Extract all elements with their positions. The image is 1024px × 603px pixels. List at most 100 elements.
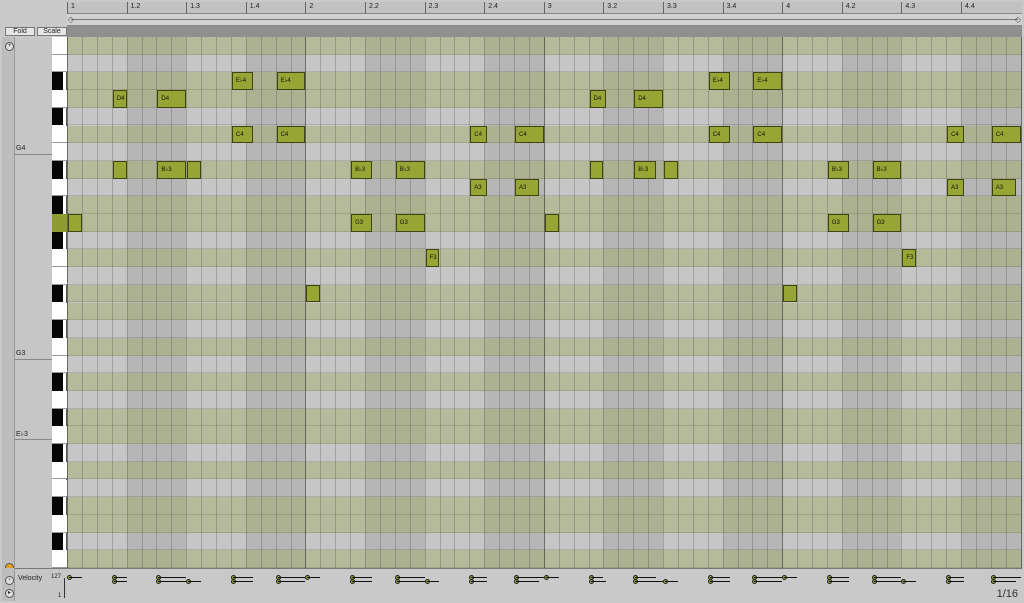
midi-note[interactable]: C4 — [947, 125, 964, 144]
piano-key[interactable] — [52, 143, 67, 161]
midi-note[interactable]: A3 — [470, 178, 488, 197]
piano-key[interactable] — [52, 231, 63, 250]
piano-key[interactable] — [52, 107, 63, 126]
midi-note[interactable]: G3 — [872, 214, 902, 232]
midi-note[interactable]: F3 — [425, 249, 440, 268]
piano-key[interactable] — [52, 302, 71, 321]
midi-note[interactable]: G3 — [395, 214, 425, 232]
piano-key[interactable] — [52, 284, 63, 303]
beat-ruler[interactable]: 1 1.2 1.3 1.4 2 2.2 2.3 2.4 3 3.2 3.3 3.4 4 4.2 4.3 4.4 — [67, 2, 1022, 14]
midi-note[interactable]: D4 — [157, 90, 187, 108]
piano-key[interactable] — [52, 90, 71, 108]
piano-key[interactable] — [52, 267, 67, 285]
loop-start-marker[interactable]: ◇ — [67, 15, 75, 25]
piano-key[interactable] — [52, 532, 63, 551]
ruler-tick-label: 4 — [786, 3, 791, 10]
piano-key[interactable] — [52, 550, 71, 568]
piano-key[interactable] — [52, 72, 63, 91]
ruler-tick-label: 4.4 — [965, 3, 975, 10]
midi-note[interactable]: E♭4 — [276, 72, 306, 91]
timeline-scrollbar[interactable] — [67, 26, 1022, 37]
loop-line — [71, 19, 1018, 20]
grid-line — [990, 37, 992, 568]
piano-key[interactable] — [52, 160, 63, 179]
midi-note[interactable]: B♭3 — [395, 160, 425, 179]
midi-note[interactable]: C4 — [708, 125, 731, 144]
ruler-tick: 4.2 — [841, 2, 856, 14]
piano-key[interactable] — [52, 249, 71, 268]
velocity-lane[interactable] — [67, 568, 1022, 601]
midi-note[interactable] — [68, 214, 82, 232]
piano-key[interactable] — [52, 320, 63, 338]
piano-key[interactable] — [52, 355, 67, 374]
midi-note[interactable]: D4 — [112, 90, 127, 108]
midi-note[interactable]: G3 — [827, 214, 850, 232]
midi-note[interactable]: A3 — [515, 178, 540, 197]
midi-note[interactable]: F3 — [902, 249, 917, 268]
midi-note[interactable]: B♭3 — [827, 160, 850, 179]
midi-note[interactable]: G3 — [351, 214, 373, 232]
piano-key[interactable] — [52, 461, 71, 480]
piano-key[interactable] — [52, 214, 67, 232]
grid-line — [409, 37, 411, 568]
piano-key[interactable] — [52, 408, 63, 427]
velocity-bar — [232, 577, 254, 578]
midi-note[interactable]: B♭3 — [157, 160, 187, 179]
velocity-bar — [635, 581, 663, 582]
grid-line — [588, 37, 590, 568]
midi-note[interactable] — [187, 160, 202, 179]
midi-note[interactable]: B♭3 — [634, 160, 656, 179]
piano-key[interactable] — [52, 125, 71, 144]
midi-note[interactable]: D4 — [589, 90, 607, 108]
ruler-tick-label: 1.3 — [190, 3, 200, 10]
velocity-toggle-icon[interactable]: ‹ — [5, 576, 14, 585]
ruler-tick-label: 4.3 — [905, 3, 916, 10]
zoom-icon[interactable]: + — [5, 42, 14, 51]
midi-note[interactable]: A3 — [991, 178, 1017, 197]
midi-note[interactable]: B♭3 — [351, 160, 373, 179]
midi-note[interactable]: C4 — [515, 125, 544, 144]
midi-note[interactable]: E♭4 — [231, 72, 254, 91]
midi-note[interactable] — [306, 284, 321, 303]
velocity-bar — [158, 577, 187, 578]
piano-key[interactable] — [52, 37, 71, 55]
midi-note[interactable]: C4 — [231, 125, 254, 144]
loop-brace[interactable]: ◇ ◇ — [67, 14, 1022, 26]
piano-key[interactable] — [52, 426, 71, 445]
velocity-bar — [69, 577, 82, 578]
midi-note[interactable] — [664, 160, 678, 179]
loop-end-marker[interactable]: ◇ — [1014, 15, 1022, 25]
piano-key[interactable] — [52, 479, 67, 498]
midi-note[interactable]: B♭3 — [872, 160, 902, 179]
piano-key[interactable] — [52, 514, 71, 533]
piano-key[interactable] — [52, 196, 63, 214]
piano-key[interactable] — [52, 497, 63, 515]
midi-note[interactable]: A3 — [947, 178, 964, 197]
piano-key[interactable] — [52, 337, 71, 356]
velocity-max-label: 127 — [51, 574, 62, 580]
midi-note[interactable]: E♭4 — [708, 72, 731, 91]
midi-note[interactable]: C4 — [753, 125, 783, 144]
fold-button[interactable]: Fold — [5, 27, 35, 36]
piano-key[interactable] — [52, 54, 67, 73]
grid-line — [618, 37, 620, 568]
midi-note[interactable]: E♭4 — [753, 72, 783, 91]
expand-lane-icon[interactable]: ▸ — [5, 589, 14, 598]
scale-button[interactable]: Scale — [37, 27, 67, 36]
midi-note[interactable] — [783, 284, 798, 303]
midi-note[interactable]: D4 — [634, 90, 663, 108]
grid-line — [156, 37, 158, 568]
midi-note[interactable] — [112, 160, 127, 179]
midi-note[interactable]: C4 — [991, 125, 1021, 144]
piano-key[interactable] — [52, 391, 67, 409]
piano-keyboard[interactable] — [52, 37, 71, 568]
note-grid[interactable]: D4 D4 B♭3 E♭4 C4 E♭4 C4 B♭3 G3 B♭3 G3 F3 C4 A3 C4 A3 D4 D… — [67, 37, 1022, 568]
piano-key[interactable] — [52, 444, 63, 462]
midi-note[interactable] — [544, 214, 559, 232]
piano-key[interactable] — [52, 373, 63, 391]
midi-note[interactable]: C4 — [470, 125, 488, 144]
piano-key[interactable] — [52, 178, 67, 197]
ruler-tick-label: 2.2 — [369, 3, 379, 10]
midi-note[interactable] — [589, 160, 604, 179]
midi-note[interactable]: C4 — [276, 125, 306, 144]
